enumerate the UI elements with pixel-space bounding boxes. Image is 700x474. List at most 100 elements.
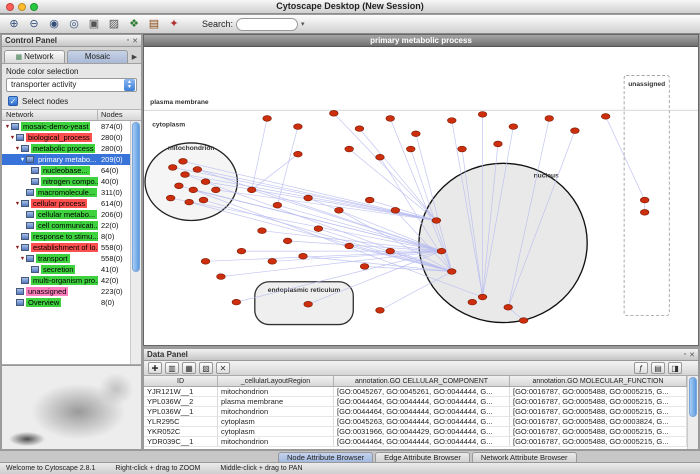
tree-row[interactable]: ▼primary metabo...209(0) bbox=[2, 154, 130, 165]
zoom-in-icon[interactable]: ⊕ bbox=[6, 17, 22, 32]
network-node[interactable] bbox=[447, 269, 456, 275]
network-node[interactable] bbox=[166, 195, 175, 201]
network-node[interactable] bbox=[345, 243, 354, 249]
tree-row[interactable]: ▼metabolic process280(0) bbox=[2, 143, 130, 154]
network-node[interactable] bbox=[478, 111, 487, 117]
network-node[interactable] bbox=[304, 301, 313, 307]
tree-expander-icon[interactable]: ▼ bbox=[14, 146, 21, 152]
show-graphics-details-icon[interactable]: ▣ bbox=[86, 17, 102, 32]
network-node[interactable] bbox=[283, 238, 292, 244]
network-node[interactable] bbox=[294, 124, 303, 130]
network-node[interactable] bbox=[386, 248, 395, 254]
network-node[interactable] bbox=[640, 197, 649, 203]
minimize-window-icon[interactable] bbox=[18, 3, 26, 11]
table-column-header[interactable]: annotation.GO MOLECULAR_FUNCTION bbox=[510, 376, 687, 386]
network-node[interactable] bbox=[179, 158, 188, 164]
tree-row[interactable]: ▼biological_process280(0) bbox=[2, 132, 130, 143]
network-node[interactable] bbox=[329, 110, 338, 116]
network-node[interactable] bbox=[335, 207, 344, 213]
zoom-window-icon[interactable] bbox=[30, 3, 38, 11]
tree-scrollbar-thumb[interactable] bbox=[132, 122, 140, 272]
network-node[interactable] bbox=[304, 195, 313, 201]
network-node[interactable] bbox=[406, 146, 415, 152]
network-node[interactable] bbox=[432, 218, 441, 224]
table-row[interactable]: YPL036W__2plasma membrane[GO:0044464, GO… bbox=[144, 397, 698, 407]
zoom-selected-region-icon[interactable]: ◉ bbox=[46, 17, 62, 32]
tree-row[interactable]: ▼mosaic-demo-yeast874(0) bbox=[2, 121, 130, 132]
delete-attribute-icon[interactable]: ▥ bbox=[165, 362, 179, 374]
tree-expander-icon[interactable]: ▼ bbox=[19, 157, 26, 163]
network-canvas[interactable]: mitochondrionnucleusendoplasmic reticulu… bbox=[144, 47, 698, 345]
network-node[interactable] bbox=[571, 128, 580, 134]
network-node[interactable] bbox=[212, 187, 221, 193]
network-node[interactable] bbox=[217, 274, 226, 280]
network-node[interactable] bbox=[294, 151, 303, 157]
network-node[interactable] bbox=[376, 154, 385, 160]
network-node[interactable] bbox=[201, 258, 210, 264]
hide-details-icon[interactable]: ▨ bbox=[106, 17, 122, 32]
tree-row[interactable]: cellular metabo...206(0) bbox=[2, 209, 130, 220]
tree-expander-icon[interactable]: ▼ bbox=[4, 124, 11, 130]
tab-overflow-icon[interactable]: ▶ bbox=[130, 53, 139, 63]
network-node[interactable] bbox=[247, 187, 256, 193]
network-node[interactable] bbox=[314, 226, 323, 232]
tab-network[interactable]: ▦Network bbox=[4, 50, 65, 63]
network-node[interactable] bbox=[601, 114, 610, 120]
network-node[interactable] bbox=[263, 116, 272, 122]
network-node[interactable] bbox=[509, 124, 518, 130]
zoom-out-icon[interactable]: ⊖ bbox=[26, 17, 42, 32]
dropdown-stepper-icon[interactable]: ▲▼ bbox=[124, 79, 135, 91]
table-column-header[interactable]: annotation.GO CELLULAR_COMPONENT bbox=[334, 376, 510, 386]
network-node[interactable] bbox=[447, 118, 456, 124]
network-node[interactable] bbox=[376, 307, 385, 313]
tree-row[interactable]: cell communicati...22(0) bbox=[2, 220, 130, 231]
network-node[interactable] bbox=[412, 131, 421, 137]
network-node[interactable] bbox=[181, 172, 190, 178]
birdseye-view[interactable] bbox=[2, 365, 141, 449]
table-row[interactable]: YJR121W__1mitochondrion[GO:0045267, GO:0… bbox=[144, 387, 698, 397]
select-nodes-checkbox[interactable]: ✓ bbox=[8, 96, 18, 106]
attribute-options-icon[interactable]: ◨ bbox=[668, 362, 682, 374]
tree-row[interactable]: response to stimu...8(0) bbox=[2, 231, 130, 242]
tree-row[interactable]: unassigned223(0) bbox=[2, 286, 130, 297]
table-row[interactable]: YDR039C__1mitochondrion[GO:0044464, GO:0… bbox=[144, 437, 698, 447]
network-node[interactable] bbox=[355, 126, 364, 132]
close-window-icon[interactable] bbox=[6, 3, 14, 11]
tree-row[interactable]: secretion41(0) bbox=[2, 264, 130, 275]
tree-row[interactable]: ▼transport558(0) bbox=[2, 253, 130, 264]
network-node[interactable] bbox=[175, 183, 184, 189]
table-scrollbar[interactable] bbox=[687, 376, 698, 449]
network-node[interactable] bbox=[258, 228, 267, 234]
network-node[interactable] bbox=[437, 248, 446, 254]
delete-row-icon[interactable]: ✕ bbox=[216, 362, 230, 374]
tree-scrollbar[interactable] bbox=[130, 121, 141, 364]
zoom-fit-icon[interactable]: ◎ bbox=[66, 17, 82, 32]
tree-row[interactable]: nitrogen compo...40(0) bbox=[2, 176, 130, 187]
network-node[interactable] bbox=[268, 258, 277, 264]
table-row[interactable]: YPL036W__1mitochondrion[GO:0044464, GO:0… bbox=[144, 407, 698, 417]
tree-expander-icon[interactable]: ▼ bbox=[19, 256, 26, 262]
tree-expander-icon[interactable]: ▼ bbox=[14, 201, 21, 207]
tree-row[interactable]: macromolecule...311(0) bbox=[2, 187, 130, 198]
network-node[interactable] bbox=[458, 146, 467, 152]
select-attributes-icon[interactable]: ▦ bbox=[182, 362, 196, 374]
network-node[interactable] bbox=[504, 304, 513, 310]
network-node[interactable] bbox=[519, 318, 528, 324]
tree-row[interactable]: multi-organism pro...42(0) bbox=[2, 275, 130, 286]
network-node[interactable] bbox=[199, 197, 208, 203]
network-node[interactable] bbox=[273, 202, 282, 208]
float-panel-icon[interactable]: ▫ bbox=[127, 37, 129, 45]
tree-expander-icon[interactable]: ▼ bbox=[9, 135, 16, 141]
network-node[interactable] bbox=[168, 165, 177, 171]
import-attributes-icon[interactable]: ▤ bbox=[651, 362, 665, 374]
network-node[interactable] bbox=[345, 146, 354, 152]
table-row[interactable]: YKR052Ccytoplasm[GO:0031966, GO:0044429,… bbox=[144, 427, 698, 437]
close-panel-icon[interactable]: ✕ bbox=[132, 37, 138, 45]
network-node[interactable] bbox=[193, 167, 202, 173]
network-node[interactable] bbox=[386, 116, 395, 122]
network-node[interactable] bbox=[360, 264, 369, 270]
table-scrollbar-thumb[interactable] bbox=[689, 377, 697, 417]
network-node[interactable] bbox=[201, 179, 210, 185]
new-network-from-selection-icon[interactable]: ❖ bbox=[126, 17, 142, 32]
function-builder-icon[interactable]: ƒ bbox=[634, 362, 648, 374]
